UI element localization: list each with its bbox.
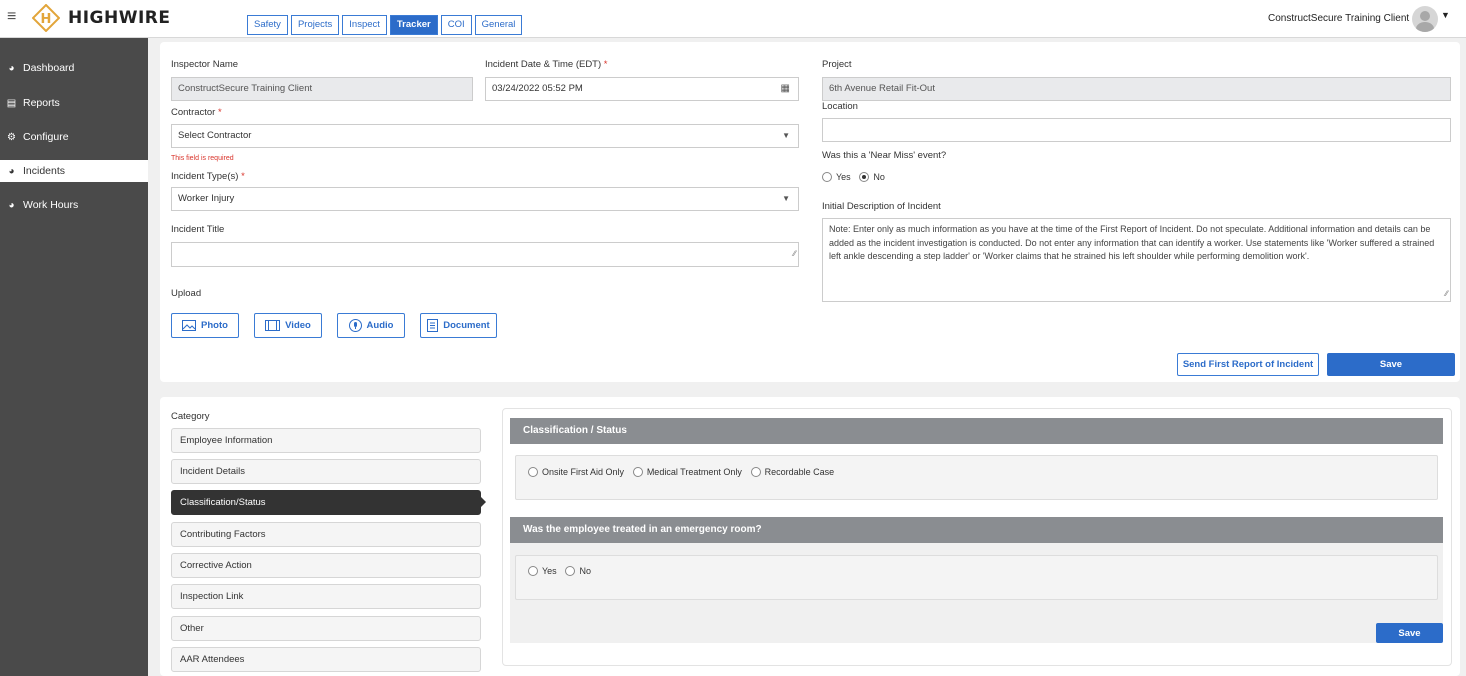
category-incident-details[interactable]: Incident Details [171, 459, 481, 484]
tab-tracker[interactable]: Tracker [389, 15, 438, 35]
resize-handle-icon[interactable]: ∕∕ [793, 243, 796, 265]
report-icon: ▤ [6, 97, 17, 109]
send-first-report-button[interactable]: Send First Report of Incident [1177, 353, 1319, 376]
near-miss-yes[interactable]: Yes [822, 172, 851, 182]
document-icon [427, 319, 439, 332]
user-menu-caret-icon[interactable]: ▼ [1441, 10, 1450, 20]
radio-button[interactable] [528, 566, 538, 576]
upload-audio-button[interactable]: Audio [337, 313, 405, 338]
top-bar: ≡ H HIGHWIRE Safety Projects Inspect Tra… [0, 0, 1466, 38]
er-option-no[interactable]: No [565, 566, 591, 576]
classification-options-box: Onsite First Aid Only Medical Treatment … [515, 455, 1438, 500]
category-other[interactable]: Other [171, 616, 481, 641]
incident-datetime-label: Incident Date & Time (EDT) * [485, 59, 608, 70]
upload-video-button[interactable]: Video [254, 313, 322, 338]
emergency-room-options-box: Yes No [515, 555, 1438, 600]
inspector-name-label: Inspector Name [171, 59, 239, 70]
tab-general[interactable]: General [474, 15, 523, 35]
category-aar-attendees[interactable]: AAR Attendees [171, 647, 481, 672]
contractor-label: Contractor * [171, 107, 222, 118]
user-name[interactable]: ConstructSecure Training Client [1268, 13, 1409, 24]
project-field: 6th Avenue Retail Fit-Out [822, 77, 1451, 101]
incident-type-select[interactable]: Worker Injury ▼ [171, 187, 799, 211]
dashboard-icon: ◕ [8, 199, 15, 211]
resize-handle-icon[interactable]: ∕∕ [1445, 287, 1448, 301]
contractor-select[interactable]: Select Contractor ▼ [171, 124, 799, 148]
initial-description-textarea[interactable]: Note: Enter only as much information as … [822, 218, 1451, 302]
tab-coi[interactable]: COI [440, 15, 472, 35]
dashboard-icon: ◕ [8, 165, 15, 177]
photo-icon [182, 320, 197, 331]
radio-button[interactable] [822, 172, 832, 182]
incident-type-label: Incident Type(s) * [171, 171, 245, 182]
avatar[interactable] [1412, 6, 1438, 32]
category-inspection-link[interactable]: Inspection Link [171, 584, 481, 609]
project-label: Project [822, 59, 852, 70]
classification-radio-group: Onsite First Aid Only Medical Treatment … [528, 467, 840, 480]
near-miss-label: Was this a 'Near Miss' event? [822, 150, 947, 161]
emergency-room-radio-group: Yes No [528, 566, 597, 579]
option-recordable-case[interactable]: Recordable Case [750, 467, 834, 477]
calendar-icon[interactable]: ▦ [781, 78, 790, 100]
radio-button[interactable] [565, 566, 576, 576]
incident-datetime-field[interactable]: 03/24/2022 05:52 PM ▦ [485, 77, 799, 101]
svg-text:H: H [41, 12, 52, 27]
tab-inspect[interactable]: Inspect [342, 15, 387, 35]
radio-button[interactable] [750, 467, 761, 477]
gear-icon: ⚙ [7, 131, 16, 143]
video-icon [265, 320, 281, 331]
upload-document-button[interactable]: Document [420, 313, 497, 338]
sidebar-item-dashboard[interactable]: ◕ Dashboard [0, 57, 148, 79]
category-corrective-action[interactable]: Corrective Action [171, 553, 481, 578]
incident-title-label: Incident Title [171, 224, 225, 235]
inspector-name-field: ConstructSecure Training Client [171, 77, 473, 101]
classification-header: Classification / Status [510, 418, 1443, 444]
save-button[interactable]: Save [1327, 353, 1455, 376]
sidebar: ◕ Dashboard ▤ Reports ⚙ Configure ◕ Incident… [0, 38, 148, 676]
radio-button[interactable] [528, 467, 538, 477]
location-input[interactable] [822, 118, 1451, 142]
radio-button-selected[interactable] [859, 172, 870, 182]
main-tabs: Safety Projects Inspect Tracker COI Gene… [247, 15, 523, 35]
chevron-down-icon: ▼ [782, 194, 790, 203]
er-option-yes[interactable]: Yes [528, 566, 557, 576]
category-employee-information[interactable]: Employee Information [171, 428, 481, 453]
contractor-error: This field is required [171, 155, 234, 162]
active-pointer-icon [480, 496, 486, 508]
category-classification-status[interactable]: Classification/Status [171, 490, 481, 515]
upload-label: Upload [171, 288, 202, 299]
emergency-room-header: Was the employee treated in an emergency… [510, 517, 1443, 543]
chevron-down-icon: ▼ [782, 131, 790, 140]
location-label: Location [822, 101, 858, 112]
radio-button[interactable] [632, 467, 643, 477]
tab-projects[interactable]: Projects [290, 15, 340, 35]
incident-title-input[interactable]: ∕∕ [171, 242, 799, 267]
classification-save-button[interactable]: Save [1376, 623, 1443, 643]
microphone-icon [348, 319, 362, 332]
option-onsite-first-aid[interactable]: Onsite First Aid Only [528, 467, 624, 477]
sidebar-item-incidents[interactable]: ◕ Incidents [0, 160, 148, 182]
near-miss-radio-group: Yes No [822, 172, 891, 185]
tab-safety[interactable]: Safety [247, 15, 288, 35]
near-miss-no[interactable]: No [859, 172, 885, 182]
brand-name: HIGHWIRE [68, 8, 171, 28]
category-contributing-factors[interactable]: Contributing Factors [171, 522, 481, 547]
category-label: Category [171, 411, 210, 422]
upload-photo-button[interactable]: Photo [171, 313, 239, 338]
dashboard-icon: ◕ [8, 62, 15, 74]
highwire-logo-icon: H [32, 4, 60, 32]
sidebar-item-configure[interactable]: ⚙ Configure [0, 126, 148, 148]
option-medical-treatment[interactable]: Medical Treatment Only [632, 467, 742, 477]
initial-description-label: Initial Description of Incident [822, 201, 941, 212]
hamburger-menu-icon[interactable]: ≡ [7, 9, 16, 25]
sidebar-item-reports[interactable]: ▤ Reports [0, 92, 148, 114]
sidebar-item-work-hours[interactable]: ◕ Work Hours [0, 194, 148, 216]
